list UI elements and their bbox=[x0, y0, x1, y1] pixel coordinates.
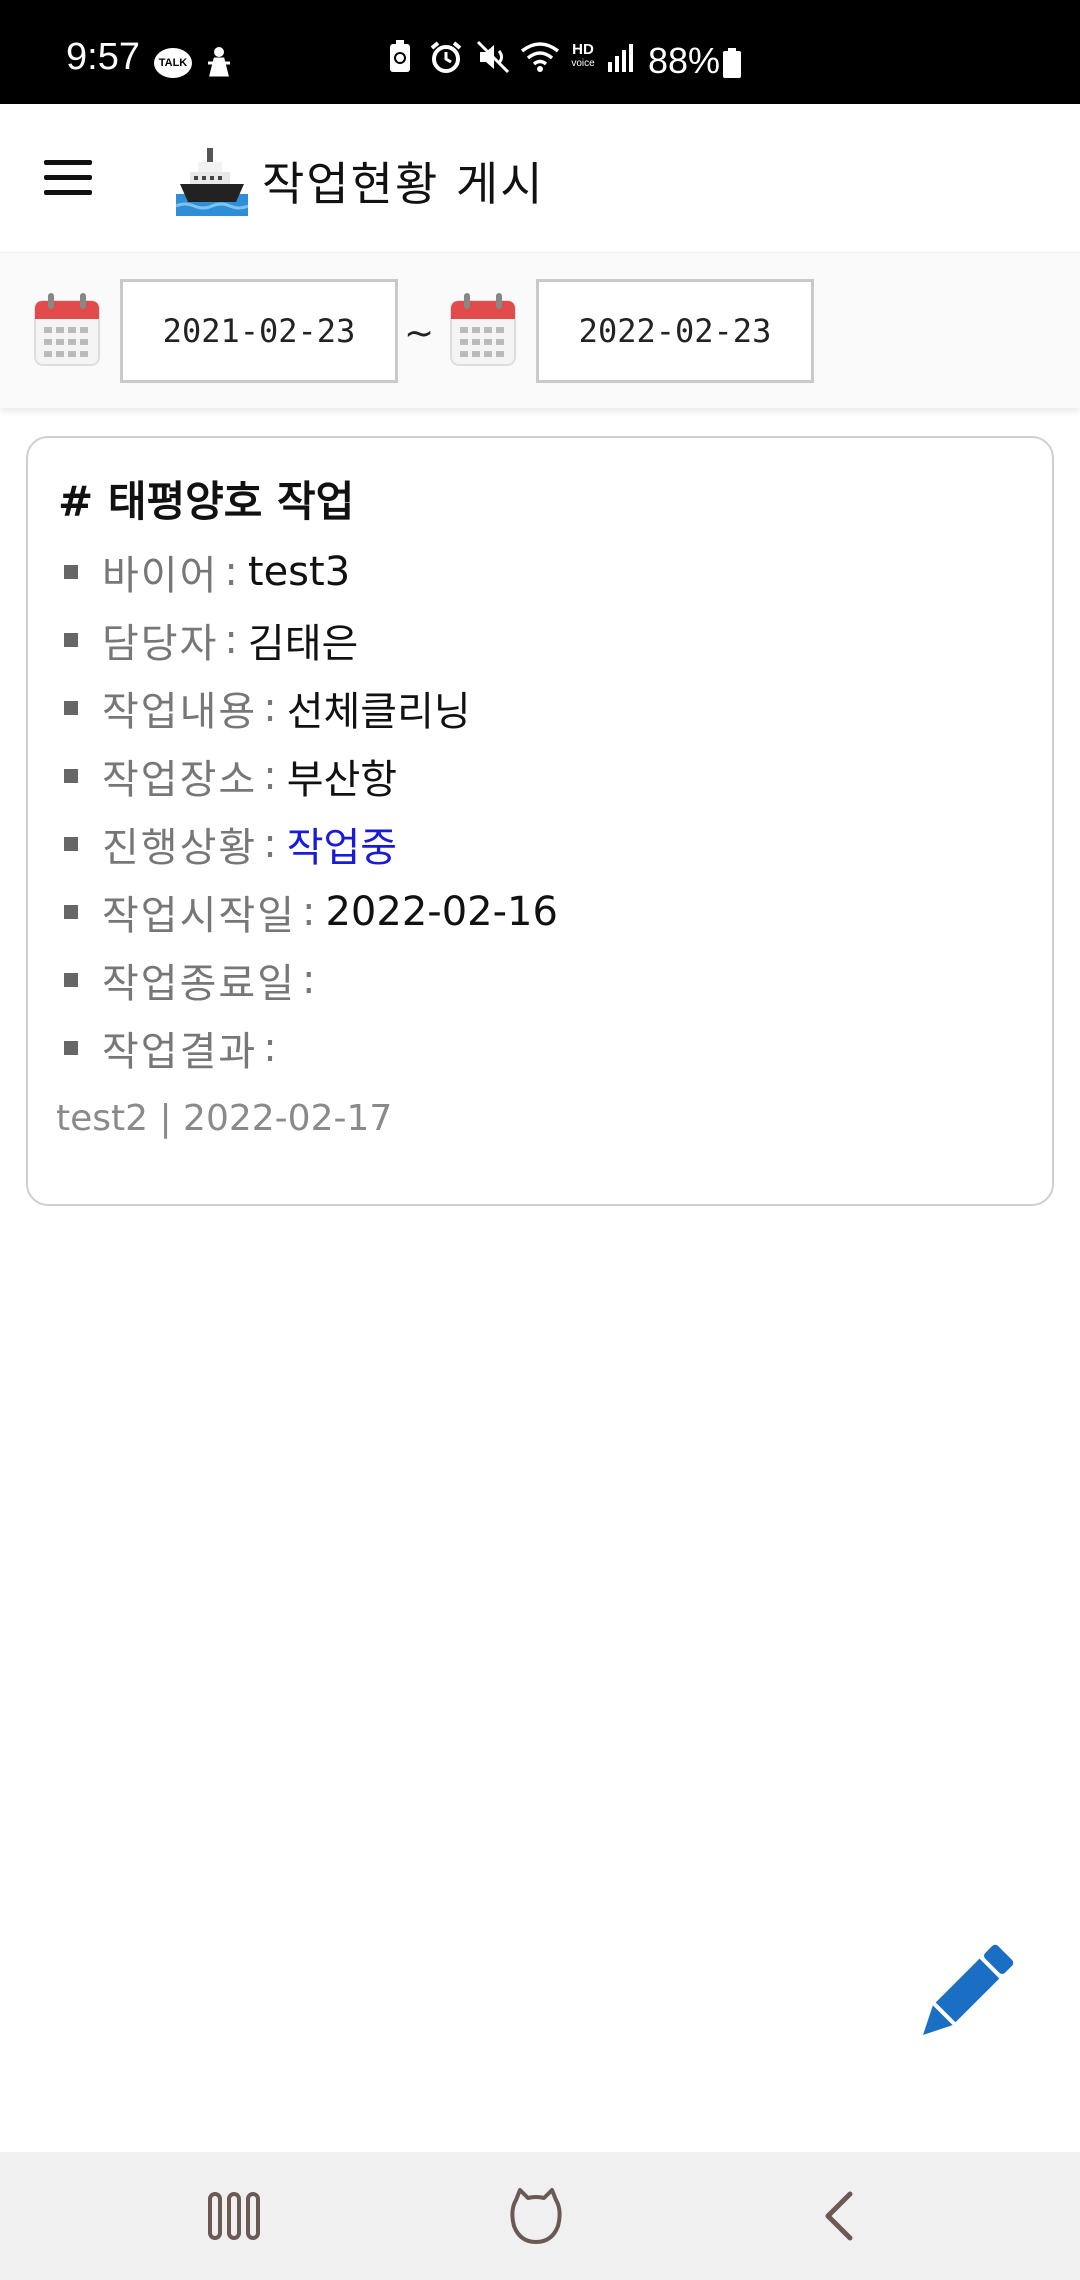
field-label: 작업시작일 bbox=[102, 893, 296, 939]
bullet-icon bbox=[64, 1041, 78, 1055]
field-value: test3 bbox=[247, 549, 351, 595]
bullet-icon bbox=[64, 633, 78, 647]
field-label: 작업내용 bbox=[102, 689, 258, 735]
field-colon: : bbox=[263, 821, 277, 867]
battery-saver-icon bbox=[386, 40, 414, 74]
field-colon: : bbox=[302, 889, 316, 935]
field-row-buyer: 바이어 : test3 bbox=[58, 538, 1018, 606]
card-footer: test2 | 2022-02-17 bbox=[56, 1098, 393, 1139]
end-calendar-icon[interactable] bbox=[450, 293, 516, 367]
page-title: 작업현황 게시 bbox=[262, 157, 545, 211]
field-colon: : bbox=[263, 753, 277, 799]
field-row-progress: 진행상황 : 작업중 bbox=[58, 810, 1018, 878]
field-row-manager: 담당자 : 김태은 bbox=[58, 606, 1018, 674]
hd-label: HD bbox=[572, 41, 594, 58]
field-list: 바이어 : test3 담당자 : 김태은 작업내용 : 선체클리닝 작업장소 … bbox=[58, 538, 1018, 1082]
navigation-bar bbox=[0, 2152, 1080, 2280]
battery-icon bbox=[722, 48, 742, 78]
field-row-work-content: 작업내용 : 선체클리닝 bbox=[58, 674, 1018, 742]
bullet-icon bbox=[64, 769, 78, 783]
field-row-start-date: 작업시작일 : 2022-02-16 bbox=[58, 878, 1018, 946]
date-range-separator: ~ bbox=[404, 313, 435, 354]
field-colon: : bbox=[224, 549, 238, 595]
end-date-field[interactable]: 2022-02-23 bbox=[536, 279, 814, 383]
mute-icon bbox=[474, 40, 512, 74]
start-date-field[interactable]: 2021-02-23 bbox=[120, 279, 398, 383]
field-row-result: 작업결과 : bbox=[58, 1014, 1018, 1082]
pencil-icon[interactable] bbox=[906, 1936, 1022, 2052]
status-time: 9:57 bbox=[66, 36, 140, 78]
field-colon: : bbox=[263, 1025, 277, 1071]
start-calendar-icon[interactable] bbox=[34, 293, 100, 367]
status-bar: 9:57 TALK HD voice 88% bbox=[0, 0, 1080, 104]
field-label: 바이어 bbox=[102, 553, 219, 599]
bullet-icon bbox=[64, 565, 78, 579]
bullet-icon bbox=[64, 837, 78, 851]
app-header: 작업현황 게시 bbox=[0, 104, 1080, 252]
field-colon: : bbox=[302, 957, 316, 1003]
card-title: # 태평양호 작업 bbox=[58, 477, 355, 526]
field-label: 진행상황 bbox=[102, 825, 258, 871]
bullet-icon bbox=[64, 905, 78, 919]
field-label: 작업결과 bbox=[102, 1029, 258, 1075]
person-icon bbox=[204, 44, 234, 78]
ship-icon bbox=[175, 144, 249, 216]
status-value: 작업중 bbox=[286, 825, 398, 871]
hamburger-menu-icon[interactable] bbox=[44, 160, 92, 196]
bullet-icon bbox=[64, 701, 78, 715]
voice-label: voice bbox=[571, 58, 595, 69]
date-filter-bar: 2021-02-23 ~ 2022-02-23 bbox=[0, 252, 1080, 408]
alarm-icon bbox=[428, 40, 464, 74]
field-label: 작업종료일 bbox=[102, 961, 296, 1007]
recent-apps-icon[interactable] bbox=[204, 2186, 264, 2246]
hd-voice-icon: HD voice bbox=[564, 40, 602, 74]
field-value: 2022-02-16 bbox=[325, 889, 558, 935]
bullet-icon bbox=[64, 973, 78, 987]
wifi-icon bbox=[518, 40, 562, 74]
field-value: 김태은 bbox=[247, 621, 359, 667]
back-icon[interactable] bbox=[812, 2186, 872, 2246]
field-label: 담당자 bbox=[102, 621, 219, 667]
field-value: 부산항 bbox=[286, 757, 398, 803]
field-value: 선체클리닝 bbox=[286, 689, 471, 735]
field-row-work-location: 작업장소 : 부산항 bbox=[58, 742, 1018, 810]
signal-icon bbox=[606, 40, 636, 74]
field-colon: : bbox=[263, 685, 277, 731]
field-colon: : bbox=[224, 617, 238, 663]
field-label: 작업장소 bbox=[102, 757, 258, 803]
home-icon[interactable] bbox=[506, 2186, 566, 2246]
kakaotalk-icon: TALK bbox=[154, 48, 192, 78]
field-row-end-date: 작업종료일 : bbox=[58, 946, 1018, 1014]
battery-percent: 88% bbox=[648, 40, 721, 81]
work-card[interactable]: # 태평양호 작업 바이어 : test3 담당자 : 김태은 작업내용 : 선… bbox=[26, 436, 1054, 1206]
